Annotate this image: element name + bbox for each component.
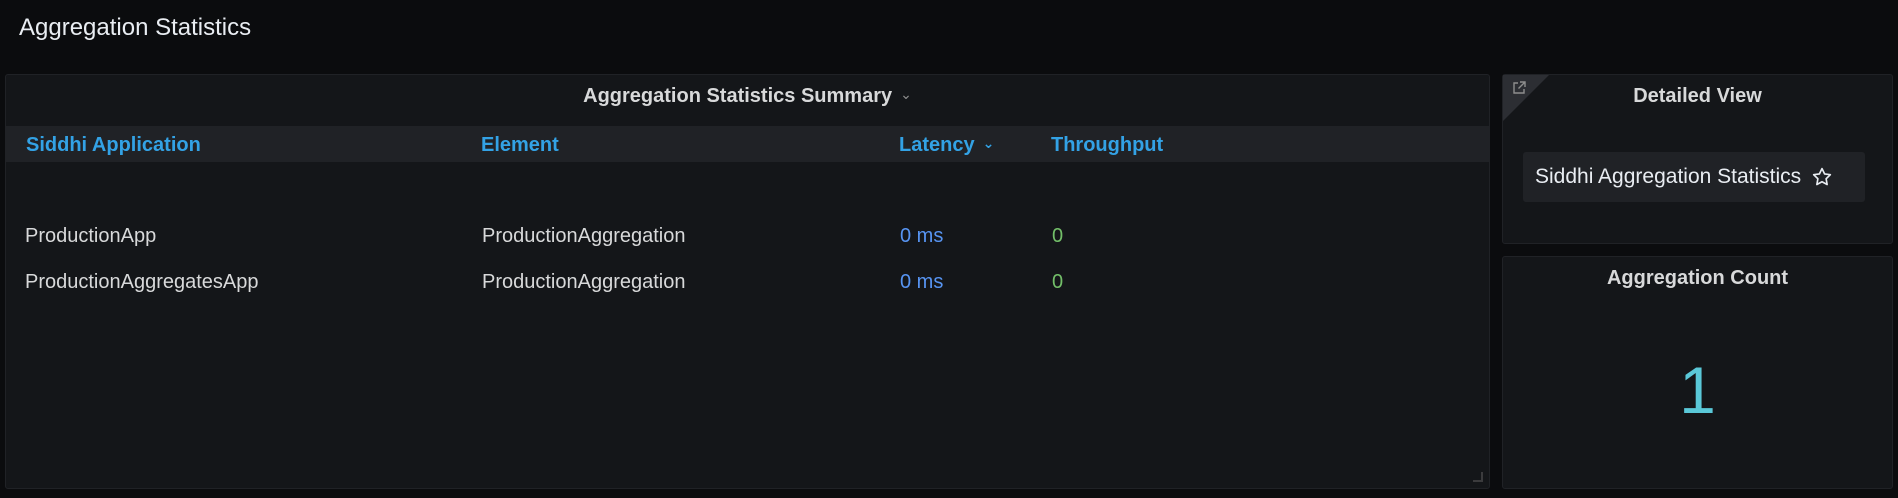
aggregation-summary-panel: Aggregation Statistics Summary ⌄ Siddhi A…	[5, 74, 1490, 489]
cell-element: ProductionAggregation	[482, 225, 686, 247]
column-header-app[interactable]: Siddhi Application	[26, 134, 201, 157]
column-header-latency[interactable]: Latency ⌄	[899, 134, 994, 157]
count-panel-title: Aggregation Count	[1606, 267, 1789, 289]
cell-app: ProductionApp	[25, 225, 157, 247]
column-header-element[interactable]: Element	[481, 134, 559, 157]
stat-value: 1	[1679, 353, 1716, 427]
summary-panel-title: Aggregation Statistics Summary	[583, 85, 893, 107]
detail-panel-title: Detailed View	[1633, 85, 1762, 107]
dashboard-row-header[interactable]: Aggregation Statistics	[0, 0, 1898, 60]
dashboard-link[interactable]: Siddhi Aggregation Statistics	[1523, 152, 1865, 202]
dashboard-link-label: Siddhi Aggregation Statistics	[1535, 165, 1802, 188]
cell-latency: 0 ms	[900, 271, 944, 293]
row-title: Aggregation Statistics	[19, 14, 252, 41]
resize-handle[interactable]	[1473, 472, 1483, 482]
cell-app: ProductionAggregatesApp	[25, 271, 259, 293]
detailed-view-panel: Detailed View Siddhi Aggregation Statist…	[1502, 74, 1893, 244]
aggregation-count-panel: Aggregation Count 1	[1502, 256, 1893, 489]
star-icon[interactable]	[1811, 166, 1833, 188]
cell-throughput: 0	[1052, 225, 1064, 247]
column-header-latency-label: Latency	[899, 134, 975, 156]
sort-desc-icon: ⌄	[982, 135, 995, 151]
table-header: Siddhi Application Element Latency ⌄ Thro…	[6, 126, 1489, 162]
chevron-down-icon[interactable]: ⌄	[900, 86, 912, 103]
cell-latency: 0 ms	[900, 225, 944, 247]
summary-panel-header[interactable]: Aggregation Statistics Summary ⌄	[6, 85, 1489, 108]
cell-throughput: 0	[1052, 271, 1064, 293]
column-header-throughput[interactable]: Throughput	[1051, 134, 1163, 157]
cell-element: ProductionAggregation	[482, 271, 686, 293]
